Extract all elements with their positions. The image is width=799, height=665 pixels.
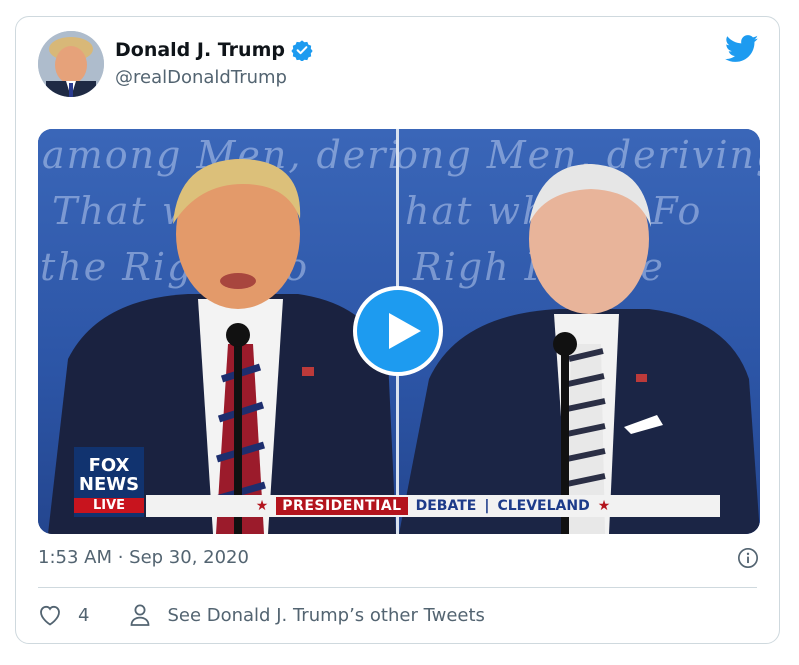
- speaker-right-figure: [399, 164, 760, 534]
- debate-banner: ★ PRESIDENTIAL DEBATE | CLEVELAND ★: [146, 495, 720, 517]
- person-icon: [131, 604, 150, 626]
- author-row: Donald J. Trump: [115, 39, 313, 61]
- divider: [38, 587, 757, 588]
- other-tweets-link[interactable]: See Donald J. Trump’s other Tweets: [129, 603, 485, 627]
- banner-presidential: PRESIDENTIAL: [276, 497, 408, 515]
- banner-city: CLEVELAND: [497, 498, 590, 514]
- video-panel-right: ong Men, deriving hat wh any Fo Righ Peo…: [399, 129, 760, 534]
- tweet-timestamp[interactable]: 1:53 AM · Sep 30, 2020: [38, 547, 249, 568]
- like-button[interactable]: 4: [38, 604, 89, 626]
- fox-news-logo: FOX NEWS LIVE: [74, 447, 144, 517]
- verified-badge-icon: [291, 40, 313, 61]
- twitter-bird-icon[interactable]: [725, 35, 759, 63]
- like-count: 4: [78, 604, 90, 626]
- avatar[interactable]: [38, 31, 104, 97]
- tweet-actions: 4 See Donald J. Trump’s other Tweets: [38, 603, 485, 627]
- other-tweets-label: See Donald J. Trump’s other Tweets: [167, 604, 485, 626]
- star-icon: ★: [597, 498, 611, 514]
- star-icon: ★: [255, 498, 269, 514]
- banner-separator: |: [484, 498, 490, 514]
- banner-debate: DEBATE: [415, 498, 477, 514]
- play-icon[interactable]: [353, 286, 443, 376]
- tweet-card: Donald J. Trump @realDonaldTrump among M…: [15, 16, 780, 644]
- author-name[interactable]: Donald J. Trump: [115, 39, 285, 61]
- heart-icon: [40, 605, 60, 626]
- info-icon[interactable]: [737, 547, 759, 569]
- video-player[interactable]: among Men, deriving That w any the Righ …: [38, 129, 760, 534]
- author-handle[interactable]: @realDonaldTrump: [115, 67, 287, 88]
